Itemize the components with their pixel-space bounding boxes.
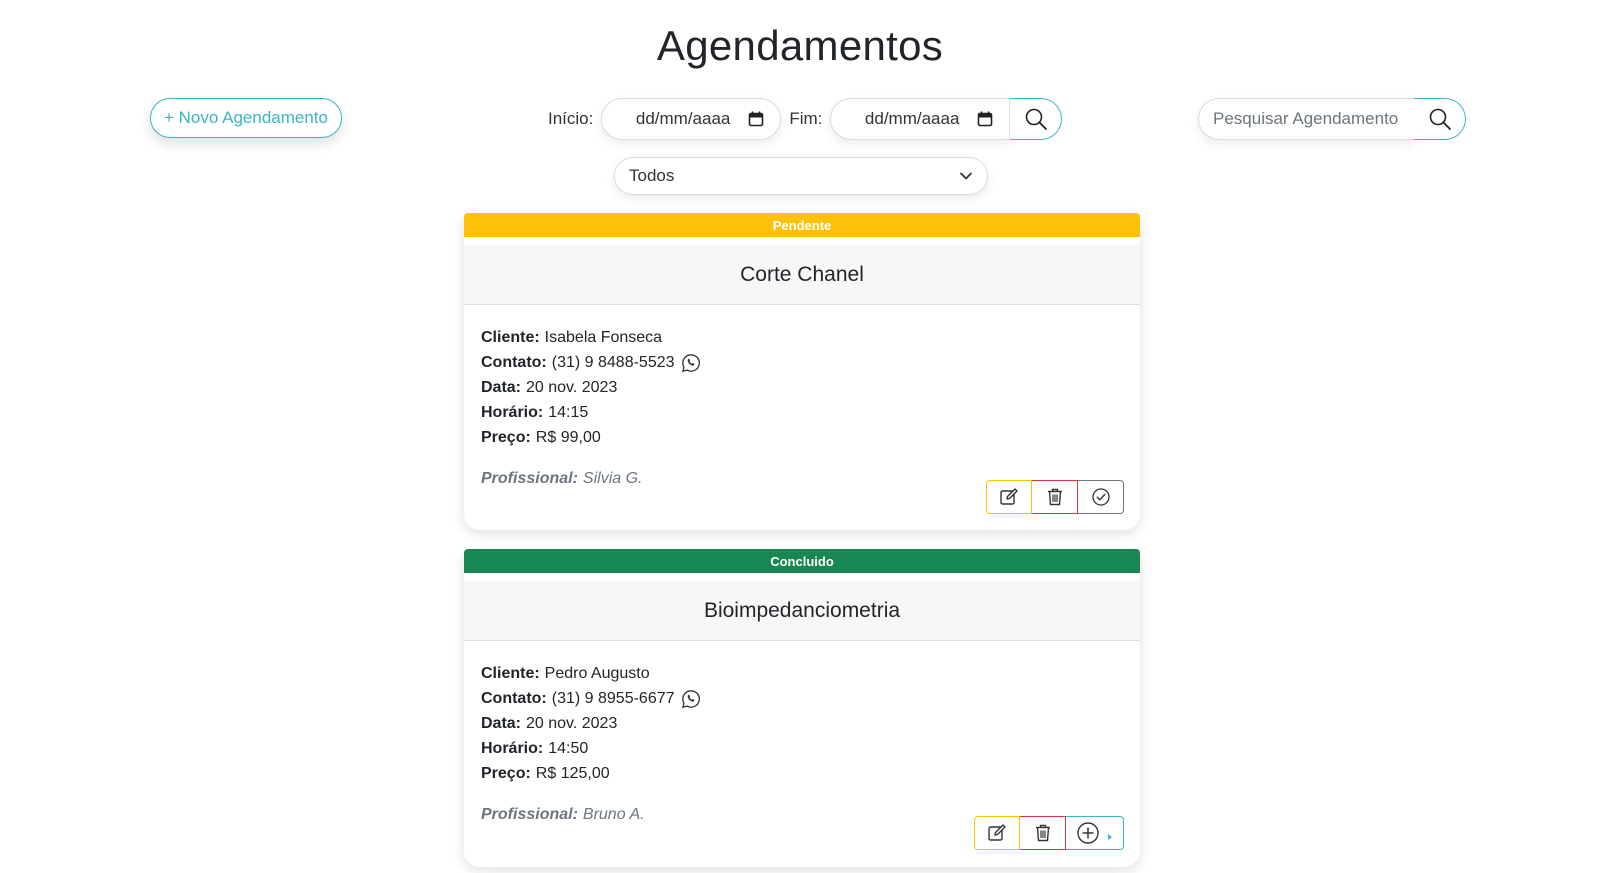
end-label: Fim:	[789, 109, 823, 128]
professional-value: Silvia G.	[582, 470, 643, 487]
trash-icon	[1035, 824, 1050, 842]
appointment-search	[1198, 98, 1466, 140]
whatsapp-icon[interactable]	[681, 689, 701, 709]
complete-button[interactable]	[1078, 480, 1124, 514]
appointment-card: Pendente Corte Chanel Cliente: Isabela Fo…	[464, 213, 1140, 530]
time-value: 14:15	[548, 404, 589, 421]
contact-label: Contato:	[481, 690, 547, 707]
professional-label: Profissional:	[481, 806, 578, 823]
time-label: Horário:	[481, 740, 544, 757]
client-label: Cliente:	[481, 665, 540, 682]
price-label: Preço:	[481, 429, 531, 446]
client-value: Isabela Fonseca	[544, 329, 663, 346]
professional-value: Bruno A.	[582, 806, 645, 823]
check-circle-icon	[1091, 488, 1110, 506]
add-dropdown-button[interactable]	[1066, 816, 1124, 850]
search-input[interactable]	[1198, 98, 1414, 140]
start-date-placeholder: dd/mm/aaaa	[635, 109, 731, 128]
date-row: Data: 20 nov. 2023	[481, 711, 1123, 736]
service-title: Corte Chanel	[464, 245, 1140, 305]
chevron-down-icon	[960, 172, 972, 180]
time-value: 14:50	[548, 740, 589, 757]
service-title: Bioimpedanciometria	[464, 581, 1140, 641]
calendar-icon[interactable]	[977, 111, 993, 127]
price-value: R$ 125,00	[535, 765, 610, 782]
whatsapp-icon[interactable]	[681, 353, 701, 373]
price-value: R$ 99,00	[535, 429, 601, 446]
appointment-details: Cliente: Pedro Augusto Contato: (31) 9 895…	[464, 641, 1140, 827]
edit-button[interactable]	[986, 480, 1032, 514]
contact-row: Contato: (31) 9 8955-6677	[481, 686, 1123, 711]
time-row: Horário: 14:50	[481, 736, 1123, 761]
end-date-input[interactable]: dd/mm/aaaa	[830, 98, 1011, 140]
price-label: Preço:	[481, 765, 531, 782]
card-actions	[986, 480, 1124, 514]
page-title: Agendamentos	[656, 22, 944, 69]
price-row: Preço: R$ 99,00	[481, 425, 1123, 450]
date-value: 20 nov. 2023	[526, 379, 618, 396]
date-filter: Início: dd/mm/aaaa Fim: dd/mm/aaaa	[548, 98, 1063, 140]
delete-button[interactable]	[1032, 480, 1078, 514]
end-date-placeholder: dd/mm/aaaa	[864, 109, 960, 128]
calendar-icon[interactable]	[748, 111, 764, 127]
price-row: Preço: R$ 125,00	[481, 761, 1123, 786]
professional-label: Profissional:	[481, 470, 578, 487]
contact-value: (31) 9 8955-6677	[551, 690, 675, 707]
card-actions	[974, 816, 1124, 850]
edit-button[interactable]	[974, 816, 1020, 850]
contact-value: (31) 9 8488-5523	[551, 354, 675, 371]
start-date-input[interactable]: dd/mm/aaaa	[601, 98, 782, 140]
plus-circle-icon	[1076, 822, 1099, 844]
time-row: Horário: 14:15	[481, 400, 1123, 425]
date-value: 20 nov. 2023	[526, 715, 618, 732]
status-filter-value: Todos	[629, 166, 675, 185]
appointment-card: Concluido Bioimpedanciometria Cliente: Pe…	[464, 549, 1140, 867]
date-label: Data:	[481, 715, 522, 732]
new-appointment-button[interactable]: + Novo Agendamento	[150, 98, 342, 138]
edit-icon	[988, 824, 1006, 841]
time-label: Horário:	[481, 404, 544, 421]
client-value: Pedro Augusto	[544, 665, 650, 682]
search-icon	[1025, 108, 1047, 130]
search-icon	[1429, 108, 1451, 130]
contact-label: Contato:	[481, 354, 547, 371]
client-row: Cliente: Isabela Fonseca	[481, 325, 1123, 350]
client-row: Cliente: Pedro Augusto	[481, 661, 1123, 686]
status-filter-select[interactable]: Todos	[614, 157, 988, 195]
delete-button[interactable]	[1020, 816, 1066, 850]
search-button[interactable]	[1414, 98, 1466, 140]
status-badge: Pendente	[464, 213, 1140, 237]
trash-icon	[1047, 488, 1062, 506]
client-label: Cliente:	[481, 329, 540, 346]
caret-right-icon	[1107, 834, 1112, 840]
status-badge: Concluido	[464, 549, 1140, 573]
date-label: Data:	[481, 379, 522, 396]
date-search-button[interactable]	[1010, 98, 1063, 140]
contact-row: Contato: (31) 9 8488-5523	[481, 350, 1123, 375]
appointment-details: Cliente: Isabela Fonseca Contato: (31) 9 8…	[464, 305, 1140, 491]
edit-icon	[1000, 488, 1018, 505]
start-label: Início:	[548, 109, 594, 128]
date-row: Data: 20 nov. 2023	[481, 375, 1123, 400]
